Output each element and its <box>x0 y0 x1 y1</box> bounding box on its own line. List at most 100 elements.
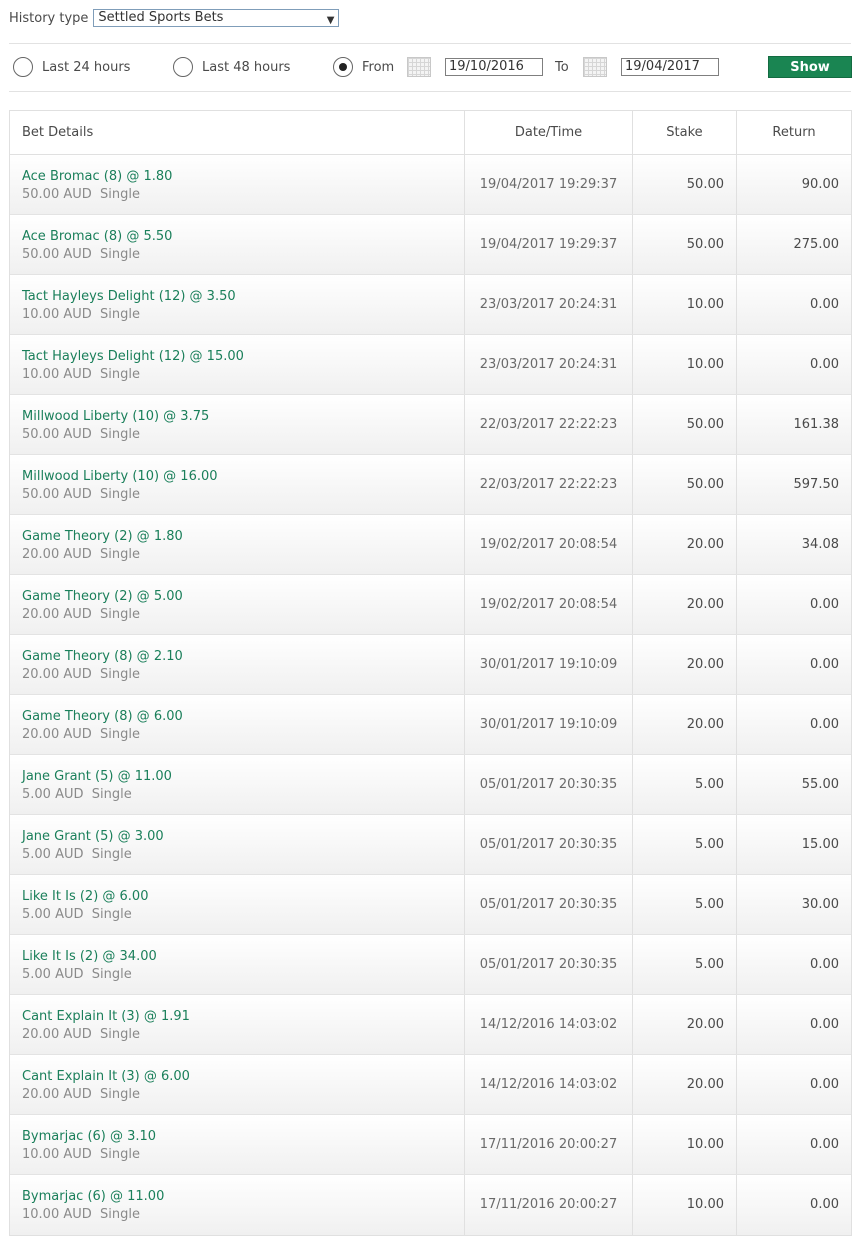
bet-selection-link[interactable]: Like It Is (2) @ 6.00 <box>22 888 464 906</box>
bet-stake-type: 5.00 AUD Single <box>22 967 132 982</box>
bet-selection-link[interactable]: Game Theory (8) @ 2.10 <box>22 648 464 666</box>
table-row[interactable]: Cant Explain It (3) @ 1.91 20.00 AUD Sing… <box>10 995 851 1055</box>
radio-last-24-hours[interactable] <box>13 57 33 77</box>
bet-selection-link[interactable]: Millwood Liberty (10) @ 3.75 <box>22 408 464 426</box>
table-row[interactable]: Tact Hayleys Delight (12) @ 15.00 10.00 A… <box>10 335 851 395</box>
header-return[interactable]: Return <box>737 111 851 154</box>
bet-stake-type: 10.00 AUD Single <box>22 1207 140 1222</box>
stake-cell: 5.00 <box>633 815 737 874</box>
date-time-cell: 19/04/2017 19:29:37 <box>465 215 633 274</box>
bet-details-cell: Game Theory (2) @ 1.80 20.00 AUD Single <box>10 515 465 574</box>
table-row[interactable]: Jane Grant (5) @ 3.00 5.00 AUD Single 05/0… <box>10 815 851 875</box>
bet-history-table: Bet Details Date/Time Stake Return Ace B… <box>9 110 852 1236</box>
header-date-time[interactable]: Date/Time <box>465 111 633 154</box>
return-cell: 597.50 <box>793 477 840 492</box>
table-row[interactable]: Tact Hayleys Delight (12) @ 3.50 10.00 AU… <box>10 275 851 335</box>
date-time-cell: 22/03/2017 22:22:23 <box>465 455 633 514</box>
table-row[interactable]: Like It Is (2) @ 34.00 5.00 AUD Single 05/… <box>10 935 851 995</box>
return-cell: 0.00 <box>810 657 839 672</box>
bet-selection-link[interactable]: Game Theory (2) @ 1.80 <box>22 528 464 546</box>
bet-stake-type: 5.00 AUD Single <box>22 787 132 802</box>
from-label[interactable]: From <box>362 60 394 75</box>
bet-details-cell: Like It Is (2) @ 6.00 5.00 AUD Single <box>10 875 465 934</box>
bet-selection-link[interactable]: Game Theory (8) @ 6.00 <box>22 708 464 726</box>
bet-details-cell: Game Theory (8) @ 2.10 20.00 AUD Single <box>10 635 465 694</box>
bet-selection-link[interactable]: Game Theory (2) @ 5.00 <box>22 588 464 606</box>
bet-selection-link[interactable]: Tact Hayleys Delight (12) @ 3.50 <box>22 288 464 306</box>
bet-stake-type: 20.00 AUD Single <box>22 727 140 742</box>
bet-selection-link[interactable]: Cant Explain It (3) @ 6.00 <box>22 1068 464 1086</box>
bet-selection-link[interactable]: Tact Hayleys Delight (12) @ 15.00 <box>22 348 464 366</box>
bet-stake-type: 50.00 AUD Single <box>22 187 140 202</box>
table-row[interactable]: Game Theory (2) @ 5.00 20.00 AUD Single 19… <box>10 575 851 635</box>
table-body: Ace Bromac (8) @ 1.80 50.00 AUD Single 19/… <box>10 155 851 1235</box>
from-calendar-icon[interactable] <box>407 57 431 77</box>
bet-details-cell: Cant Explain It (3) @ 1.91 20.00 AUD Sing… <box>10 995 465 1054</box>
radio-last-48-hours[interactable] <box>173 57 193 77</box>
bet-selection-link[interactable]: Jane Grant (5) @ 3.00 <box>22 828 464 846</box>
date-time-cell: 19/02/2017 20:08:54 <box>465 515 633 574</box>
bet-selection-link[interactable]: Like It Is (2) @ 34.00 <box>22 948 464 966</box>
stake-cell: 20.00 <box>633 695 737 754</box>
bet-selection-link[interactable]: Ace Bromac (8) @ 1.80 <box>22 168 464 186</box>
stake-cell: 50.00 <box>633 395 737 454</box>
history-type-select[interactable]: Settled Sports Bets ▼ <box>93 9 340 29</box>
header-stake[interactable]: Stake <box>633 111 737 154</box>
table-row[interactable]: Jane Grant (5) @ 11.00 5.00 AUD Single 05/… <box>10 755 851 815</box>
last-24-hours-label[interactable]: Last 24 hours <box>42 60 130 75</box>
bet-selection-link[interactable]: Bymarjac (6) @ 11.00 <box>22 1188 464 1206</box>
date-time-cell: 05/01/2017 20:30:35 <box>465 815 633 874</box>
bet-stake-type: 5.00 AUD Single <box>22 847 132 862</box>
table-row[interactable]: Like It Is (2) @ 6.00 5.00 AUD Single 05/0… <box>10 875 851 935</box>
radio-from-date[interactable] <box>333 57 353 77</box>
stake-cell: 50.00 <box>633 155 737 214</box>
bet-selection-link[interactable]: Millwood Liberty (10) @ 16.00 <box>22 468 464 486</box>
stake-cell: 5.00 <box>633 875 737 934</box>
bet-selection-link[interactable]: Ace Bromac (8) @ 5.50 <box>22 228 464 246</box>
return-cell: 0.00 <box>810 1137 839 1152</box>
table-row[interactable]: Cant Explain It (3) @ 6.00 20.00 AUD Sing… <box>10 1055 851 1115</box>
table-row[interactable]: Ace Bromac (8) @ 5.50 50.00 AUD Single 19/… <box>10 215 851 275</box>
return-cell: 0.00 <box>810 957 839 972</box>
to-date-input[interactable]: 19/04/2017 <box>621 58 719 76</box>
history-type-row: History type Settled Sports Bets ▼ <box>9 7 340 29</box>
return-cell: 0.00 <box>810 297 839 312</box>
bet-selection-link[interactable]: Jane Grant (5) @ 11.00 <box>22 768 464 786</box>
date-time-cell: 23/03/2017 20:24:31 <box>465 335 633 394</box>
return-cell: 30.00 <box>801 897 839 912</box>
date-time-cell: 30/01/2017 19:10:09 <box>465 635 633 694</box>
table-row[interactable]: Millwood Liberty (10) @ 16.00 50.00 AUD S… <box>10 455 851 515</box>
bet-details-cell: Cant Explain It (3) @ 6.00 20.00 AUD Sing… <box>10 1055 465 1114</box>
show-button[interactable]: Show <box>768 56 852 78</box>
bet-details-cell: Jane Grant (5) @ 3.00 5.00 AUD Single <box>10 815 465 874</box>
chevron-down-icon[interactable]: ▼ <box>327 13 335 29</box>
table-row[interactable]: Game Theory (2) @ 1.80 20.00 AUD Single 19… <box>10 515 851 575</box>
stake-cell: 10.00 <box>633 275 737 334</box>
bet-details-cell: Millwood Liberty (10) @ 3.75 50.00 AUD Si… <box>10 395 465 454</box>
table-row[interactable]: Bymarjac (6) @ 11.00 10.00 AUD Single 17/1… <box>10 1175 851 1235</box>
table-row[interactable]: Game Theory (8) @ 6.00 20.00 AUD Single 30… <box>10 695 851 755</box>
return-cell: 15.00 <box>801 837 839 852</box>
return-cell: 90.00 <box>801 177 839 192</box>
table-row[interactable]: Millwood Liberty (10) @ 3.75 50.00 AUD Si… <box>10 395 851 455</box>
bet-stake-type: 20.00 AUD Single <box>22 1087 140 1102</box>
bet-selection-link[interactable]: Bymarjac (6) @ 3.10 <box>22 1128 464 1146</box>
table-row[interactable]: Game Theory (8) @ 2.10 20.00 AUD Single 30… <box>10 635 851 695</box>
stake-cell: 20.00 <box>633 995 737 1054</box>
bet-selection-link[interactable]: Cant Explain It (3) @ 1.91 <box>22 1008 464 1026</box>
bet-details-cell: Ace Bromac (8) @ 5.50 50.00 AUD Single <box>10 215 465 274</box>
stake-cell: 5.00 <box>633 935 737 994</box>
date-time-cell: 19/04/2017 19:29:37 <box>465 155 633 214</box>
table-row[interactable]: Bymarjac (6) @ 3.10 10.00 AUD Single 17/11… <box>10 1115 851 1175</box>
to-label: To <box>555 60 569 75</box>
header-bet-details[interactable]: Bet Details <box>10 111 465 154</box>
bet-details-cell: Game Theory (8) @ 6.00 20.00 AUD Single <box>10 695 465 754</box>
bet-details-cell: Ace Bromac (8) @ 1.80 50.00 AUD Single <box>10 155 465 214</box>
date-time-cell: 17/11/2016 20:00:27 <box>465 1175 633 1235</box>
to-calendar-icon[interactable] <box>583 57 607 77</box>
table-row[interactable]: Ace Bromac (8) @ 1.80 50.00 AUD Single 19/… <box>10 155 851 215</box>
last-48-hours-label[interactable]: Last 48 hours <box>202 60 290 75</box>
return-cell: 34.08 <box>801 537 839 552</box>
from-date-input[interactable]: 19/10/2016 <box>445 58 543 76</box>
stake-cell: 20.00 <box>633 635 737 694</box>
